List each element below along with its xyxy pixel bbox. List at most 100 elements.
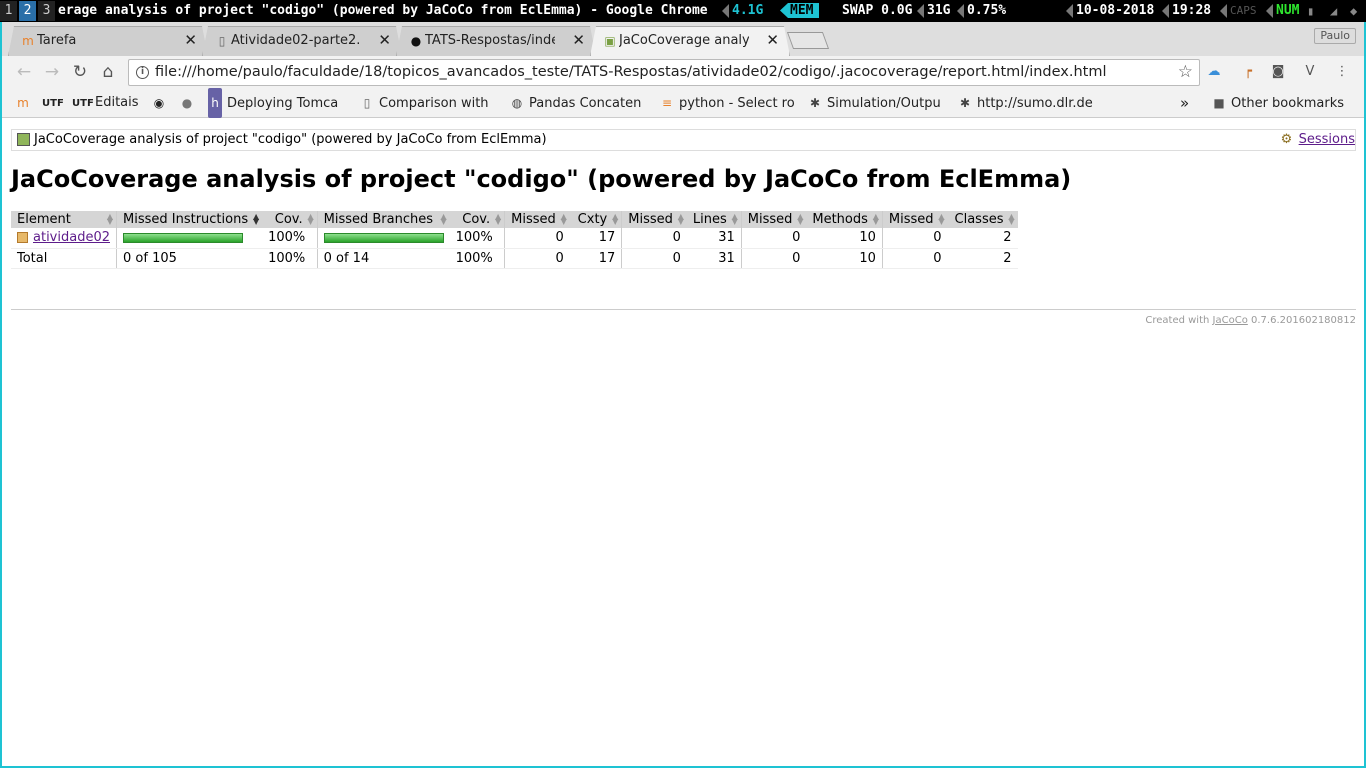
bookmark-apple[interactable]: ● (180, 88, 202, 118)
info-icon[interactable]: i (136, 66, 149, 79)
package-link[interactable]: atividade02 (33, 230, 110, 245)
dropbox-icon[interactable]: ◆ (1350, 0, 1357, 22)
column-header-missed-cxty[interactable]: Missed ▲ ▼ (504, 211, 570, 228)
tab-atividade02[interactable]: ▯ Atividade02-parte2.p ✕ (202, 26, 402, 56)
workspace-2[interactable]: 2 (19, 1, 36, 21)
missed-cxty-cell: 0 (504, 228, 570, 249)
separator-icon (917, 3, 924, 18)
new-tab-button[interactable] (786, 32, 830, 49)
close-icon[interactable]: ✕ (181, 27, 197, 54)
close-icon[interactable]: ✕ (763, 27, 779, 54)
sessions-link[interactable]: ⚙ Sessions (1281, 130, 1355, 150)
chevron-right-icon[interactable]: » (1180, 88, 1196, 118)
home-icon[interactable]: ⌂ (96, 60, 120, 84)
column-header-missed-instructions[interactable]: Missed Instructions ▲ ▼ (116, 211, 263, 228)
heroku-icon: h (208, 88, 222, 118)
total-instr-cell: 0 of 105 (116, 248, 263, 269)
separator-icon (1162, 3, 1169, 18)
tab-tarefa[interactable]: m Tarefa ✕ (8, 26, 208, 56)
profile-button[interactable]: Paulo (1314, 28, 1356, 44)
wm-cpu: 0.75% (957, 0, 1006, 22)
branches-bar-cell (316, 228, 450, 249)
wm-date: 10-08-2018 (1066, 0, 1154, 22)
column-header-missed-classes[interactable]: Missed ▲ ▼ (881, 211, 948, 228)
browser-toolbar: ← → ↻ ⌂ i file:///home/paulo/faculdade/1… (2, 56, 1364, 88)
separator-icon (722, 3, 729, 18)
bookmark-utf[interactable]: UTF (42, 88, 68, 118)
bookmark-star-icon[interactable]: ☆ (1178, 60, 1193, 85)
column-header-branch-cov[interactable]: Cov. ▲ ▼ (449, 211, 505, 228)
package-icon (17, 232, 28, 244)
column-header-element[interactable]: Element ▲ ▼ (11, 211, 117, 228)
total-instr-cov-cell: 100% (262, 248, 318, 269)
wm-total-mem: 31G (917, 0, 950, 22)
workspace-3[interactable]: 3 (38, 1, 55, 21)
instr-cov-cell: 100% (262, 228, 318, 249)
tab-label: JaCoCoverage analy (619, 33, 749, 48)
column-header-classes[interactable]: Classes ▲ ▼ (947, 211, 1018, 228)
bookmark-simulation[interactable]: ✱ Simulation/Outpu (808, 88, 946, 118)
moodle-icon: m (17, 96, 29, 110)
window-manager-bar: 1 2 3 erage analysis of project "codigo"… (0, 0, 1366, 22)
bookmark-moodle[interactable]: m (16, 88, 38, 118)
close-icon[interactable]: ✕ (569, 27, 585, 54)
column-header-instr-cov[interactable]: Cov. ▲ ▼ (262, 211, 318, 228)
pandas-icon: ◍ (511, 96, 523, 110)
column-header-cxty[interactable]: Cxty ▲ ▼ (569, 211, 622, 228)
table-total-row: Total 0 of 105 100% 0 of 14 100% 0 17 0 … (11, 248, 1018, 269)
tab-jacocoverage[interactable]: ▣ JaCoCoverage analy ✕ (590, 26, 790, 56)
utf-icon: UTF (72, 98, 94, 109)
tab-tats-respostas[interactable]: ● TATS-Respostas/inde ✕ (396, 26, 596, 56)
battery-icon[interactable]: ▮ (1307, 0, 1314, 22)
column-header-missed-methods[interactable]: Missed ▲ ▼ (740, 211, 807, 228)
bookmark-deploying-tomcat[interactable]: h Deploying Tomca (208, 88, 348, 118)
report-icon: ▣ (604, 34, 616, 48)
wifi-icon[interactable]: ◢ (1330, 0, 1337, 22)
classes-cell: 2 (947, 228, 1018, 249)
pocket-icon[interactable]: ◙ (1270, 64, 1286, 80)
column-header-missed-lines[interactable]: Missed ▲ ▼ (621, 211, 687, 228)
tab-label: Tarefa (37, 33, 77, 48)
coverage-bar (323, 232, 444, 243)
video-icon: ◉ (153, 96, 165, 110)
total-cxty-cell: 17 (569, 248, 622, 269)
total-missed-cxty-cell: 0 (504, 248, 570, 269)
jacoco-link[interactable]: JaCoCo (1213, 315, 1248, 326)
extension-icon[interactable]: ┍ (1240, 64, 1256, 80)
column-header-lines[interactable]: Lines ▲ ▼ (686, 211, 742, 228)
total-missed-lines-cell: 0 (621, 248, 687, 269)
bookmark-comparison[interactable]: ▯ Comparison with (360, 88, 498, 118)
column-header-methods[interactable]: Methods ▲ ▼ (806, 211, 883, 228)
sort-icon: ▲ ▼ (252, 212, 260, 226)
bookmark-python-select[interactable]: ≡ python - Select ro (660, 88, 796, 118)
reload-icon[interactable]: ↻ (68, 60, 92, 84)
wm-time: 19:28 (1162, 0, 1211, 22)
cloud-extension-icon[interactable]: ☁ (1206, 64, 1222, 80)
address-bar[interactable]: i file:///home/paulo/faculdade/18/topico… (128, 59, 1200, 86)
vimium-icon[interactable]: V (1302, 64, 1318, 80)
total-missed-methods-cell: 0 (740, 248, 807, 269)
menu-icon[interactable]: ⋮ (1334, 64, 1350, 80)
separator-icon (1266, 3, 1273, 18)
wm-mem-used: 4.1G (722, 0, 763, 22)
workspace-1[interactable]: 1 (0, 1, 17, 21)
column-header-missed-branches[interactable]: Missed Branches ▲ ▼ (316, 211, 450, 228)
page-title: JaCoCoverage analysis of project "codigo… (11, 165, 1072, 193)
bookmark-sumo[interactable]: ✱ http://sumo.dlr.de (958, 88, 1096, 118)
forward-icon[interactable]: → (40, 60, 64, 84)
bookmark-pandas[interactable]: ◍ Pandas Concaten (510, 88, 648, 118)
bookmark-video[interactable]: ◉ (152, 88, 174, 118)
back-icon[interactable]: ← (12, 60, 36, 84)
wm-mem-label: MEM (780, 0, 820, 22)
wm-window-title: erage analysis of project "codigo" (powe… (58, 3, 708, 18)
browser-window: m Tarefa ✕ ▯ Atividade02-parte2.p ✕ ● TA… (2, 22, 1364, 766)
total-missed-classes-cell: 0 (881, 248, 948, 269)
close-icon[interactable]: ✕ (375, 27, 391, 54)
sort-icon: ▲ ▼ (494, 212, 502, 226)
table-row: atividade02 100% 100% 0 17 0 31 0 10 0 2 (11, 228, 1018, 249)
total-classes-cell: 2 (947, 248, 1018, 269)
other-bookmarks[interactable]: ■ Other bookmarks (1212, 88, 1362, 118)
separator-icon (1220, 4, 1227, 18)
sort-icon: ▲ ▼ (1008, 212, 1015, 226)
bookmark-editais[interactable]: UTFEditais (72, 88, 144, 118)
